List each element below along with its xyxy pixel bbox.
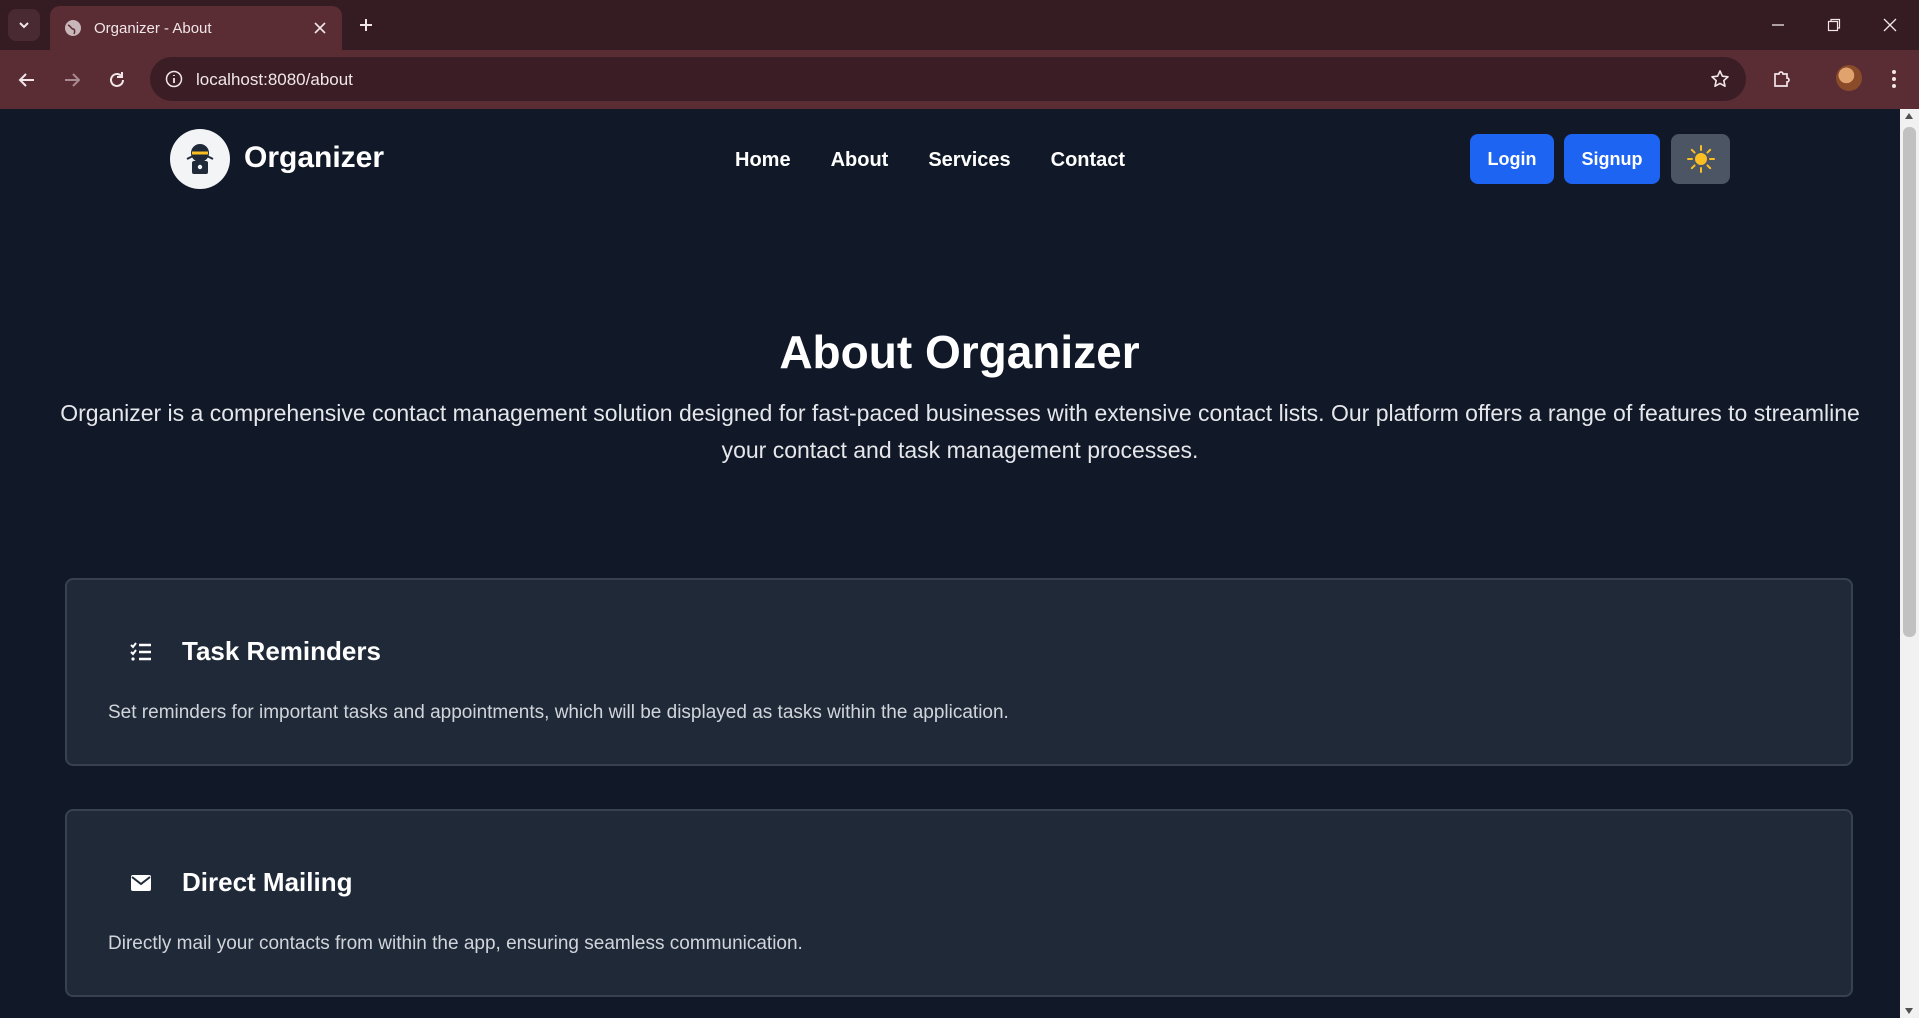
profile-avatar[interactable] bbox=[1836, 65, 1862, 91]
nav-link-services[interactable]: Services bbox=[928, 149, 1010, 172]
feature-title: Task Reminders bbox=[182, 636, 381, 666]
address-bar[interactable]: localhost:8080/about bbox=[150, 57, 1746, 101]
site-info-icon[interactable] bbox=[162, 67, 186, 91]
nav-link-about[interactable]: About bbox=[831, 149, 889, 172]
minimize-icon bbox=[1772, 24, 1784, 26]
scroll-up-arrow-icon[interactable] bbox=[1905, 113, 1913, 119]
browser-tabstrip: Organizer - About bbox=[0, 0, 1919, 50]
extensions-button[interactable] bbox=[1766, 63, 1798, 95]
globe-icon bbox=[65, 20, 81, 36]
restore-button[interactable] bbox=[1814, 10, 1854, 40]
close-icon bbox=[314, 22, 326, 34]
page-description: Organizer is a comprehensive contact man… bbox=[60, 400, 1860, 463]
bookmark-star-icon[interactable] bbox=[1708, 67, 1732, 91]
browser-tab[interactable]: Organizer - About bbox=[50, 6, 342, 50]
envelope-icon bbox=[127, 869, 155, 897]
signup-button[interactable]: Signup bbox=[1564, 134, 1660, 184]
close-icon bbox=[1883, 18, 1897, 32]
site-logo[interactable] bbox=[170, 129, 230, 189]
list-check-icon bbox=[127, 638, 155, 666]
forward-button[interactable] bbox=[56, 64, 88, 96]
browser-menu-button[interactable] bbox=[1878, 63, 1910, 95]
page-content: Organizer Home About Services Contact Lo… bbox=[0, 109, 1900, 1018]
browser-toolbar: localhost:8080/about bbox=[0, 50, 1919, 109]
arrow-left-icon bbox=[18, 73, 34, 87]
restore-icon bbox=[1827, 18, 1841, 32]
scroll-thumb[interactable] bbox=[1903, 127, 1916, 637]
nav-link-home[interactable]: Home bbox=[735, 149, 791, 172]
nav-link-contact[interactable]: Contact bbox=[1051, 149, 1125, 172]
tab-title: Organizer - About bbox=[94, 19, 212, 37]
arrow-right-icon bbox=[65, 73, 81, 87]
feature-title: Direct Mailing bbox=[182, 867, 353, 897]
plus-icon bbox=[360, 19, 372, 31]
feature-card-direct-mailing: Direct Mailing Directly mail your contac… bbox=[65, 809, 1853, 997]
puzzle-icon bbox=[1774, 71, 1790, 87]
page-title: About Organizer bbox=[779, 326, 1140, 378]
organizer-logo-icon bbox=[186, 144, 214, 174]
close-window-button[interactable] bbox=[1870, 10, 1910, 40]
feature-description: Directly mail your contacts from within … bbox=[108, 933, 803, 954]
new-tab-button[interactable] bbox=[352, 11, 380, 39]
login-button[interactable]: Login bbox=[1470, 134, 1554, 184]
back-button[interactable] bbox=[11, 64, 43, 96]
tab-close-button[interactable] bbox=[306, 14, 334, 42]
url-text[interactable]: localhost:8080/about bbox=[196, 70, 353, 90]
main-nav: Home About Services Contact bbox=[735, 149, 1125, 172]
site-navbar: Organizer Home About Services Contact Lo… bbox=[0, 109, 1900, 209]
theme-toggle-button[interactable] bbox=[1671, 134, 1730, 184]
page-scrollbar[interactable] bbox=[1900, 109, 1919, 1018]
minimize-button[interactable] bbox=[1758, 10, 1798, 40]
sun-icon bbox=[1686, 145, 1715, 173]
more-vertical-icon bbox=[1892, 70, 1896, 88]
feature-description: Set reminders for important tasks and ap… bbox=[108, 702, 1009, 723]
chevron-down-icon bbox=[19, 22, 29, 29]
scroll-down-arrow-icon[interactable] bbox=[1905, 1008, 1913, 1014]
brand-name[interactable]: Organizer bbox=[244, 141, 384, 175]
tab-search-button[interactable] bbox=[8, 9, 40, 41]
reload-icon bbox=[110, 72, 124, 87]
feature-card-task-reminders: Task Reminders Set reminders for importa… bbox=[65, 578, 1853, 766]
reload-button[interactable] bbox=[101, 64, 133, 96]
